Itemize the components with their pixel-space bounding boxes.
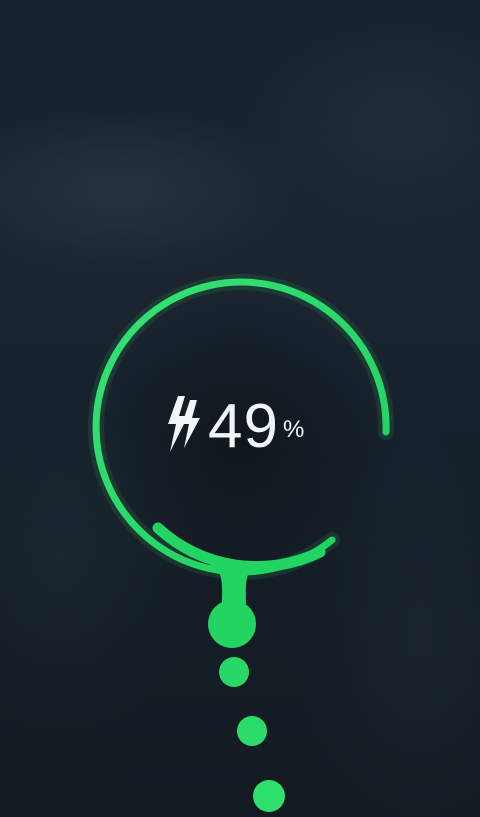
battery-level-value: 49 bbox=[208, 392, 279, 461]
battery-level-unit: % bbox=[282, 416, 305, 443]
charging-bolt-icon bbox=[168, 396, 200, 452]
charging-screen: 49 % bbox=[0, 0, 480, 817]
charge-drip-neck bbox=[214, 566, 254, 604]
charge-droplet bbox=[253, 780, 285, 812]
charge-droplet bbox=[237, 716, 267, 746]
charge-droplet bbox=[219, 657, 249, 687]
charge-droplet bbox=[208, 600, 256, 648]
battery-level-readout: 49 % bbox=[164, 388, 304, 458]
